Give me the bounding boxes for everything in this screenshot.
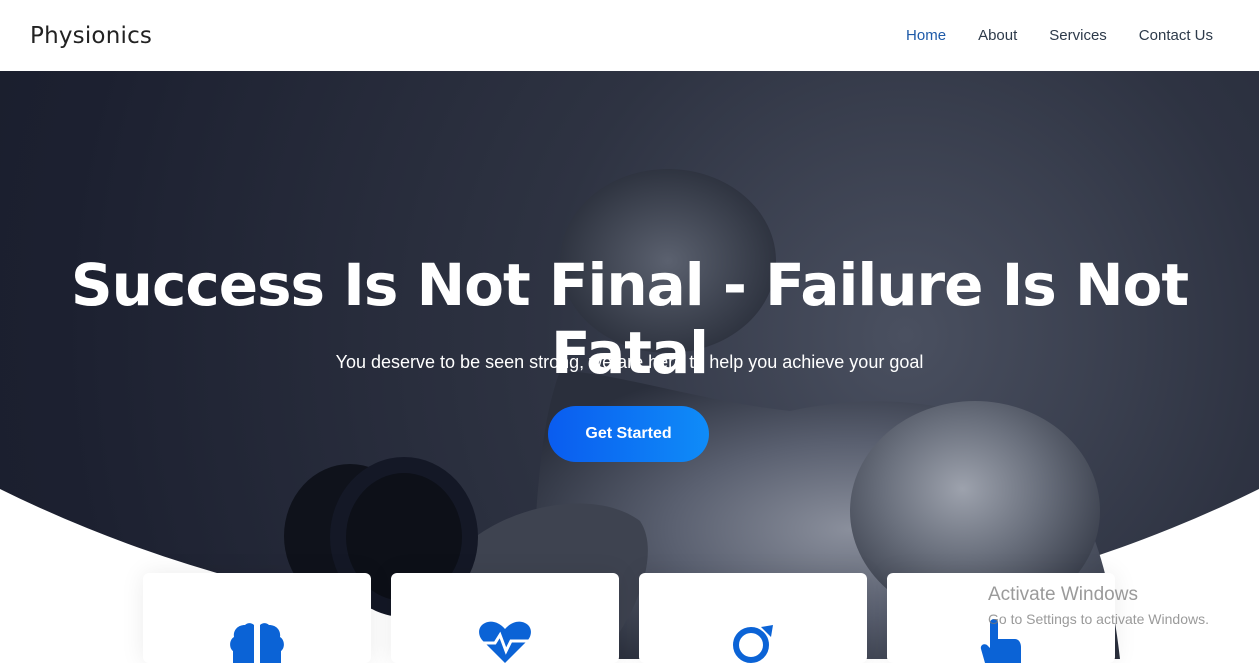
hero-section: Success Is Not Final - Failure Is Not Fa… [0, 71, 1259, 659]
feature-card-brain[interactable] [143, 573, 371, 663]
nav-home-link[interactable]: Home [906, 27, 946, 44]
hero-subtitle: You deserve to be seen strong, we are he… [335, 352, 924, 372]
brand-logo[interactable]: Physionics [30, 23, 152, 49]
windows-activation-watermark: Activate Windows Go to Settings to activ… [988, 584, 1209, 629]
nav-contact-link[interactable]: Contact Us [1139, 27, 1213, 44]
feature-cards [143, 573, 1115, 663]
ring-icon [733, 625, 773, 663]
feature-card-heart[interactable] [391, 573, 619, 663]
nav-services-link[interactable]: Services [1049, 27, 1107, 44]
main-nav: Home About Services Contact Us [906, 27, 1213, 44]
feature-card-ring[interactable] [639, 573, 867, 663]
nav-about-link[interactable]: About [978, 27, 1017, 44]
heart-pulse-icon [479, 621, 531, 663]
navbar: Physionics Home About Services Contact U… [0, 0, 1259, 71]
watermark-subtitle: Go to Settings to activate Windows. [988, 611, 1209, 627]
watermark-title: Activate Windows [988, 584, 1138, 605]
get-started-button[interactable]: Get Started [548, 406, 709, 462]
brain-icon [230, 623, 284, 663]
